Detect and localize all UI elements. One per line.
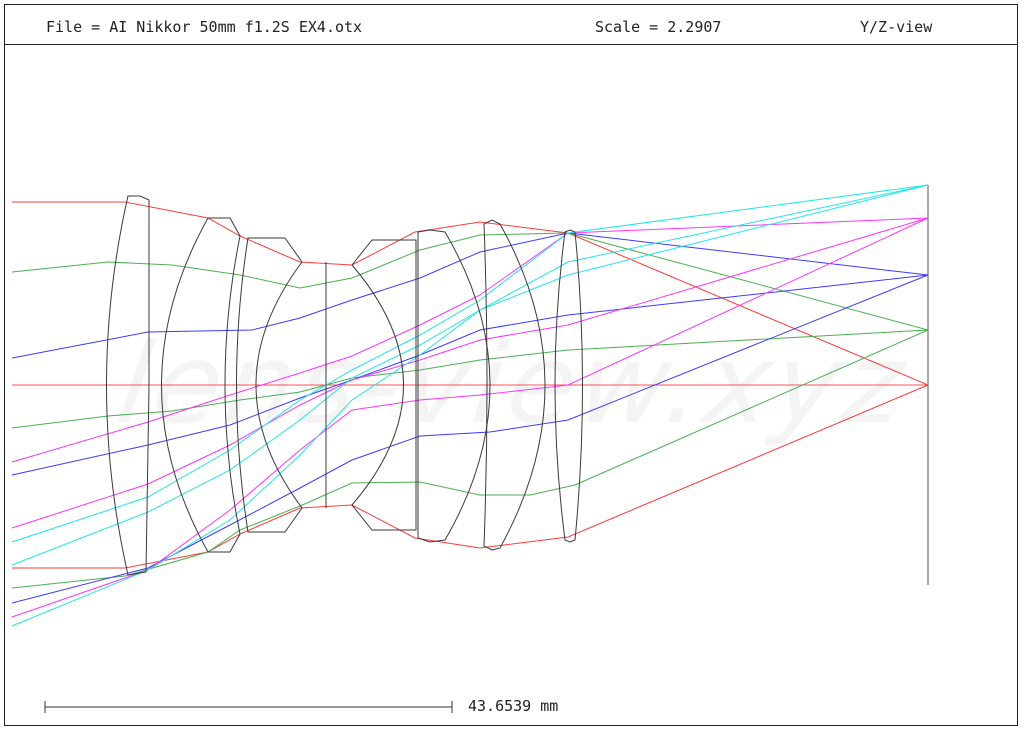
lens-ray-diagram (11, 184, 929, 713)
scale-bar-label: 43.6539 mm (468, 697, 559, 715)
scale-bar (44, 701, 453, 713)
